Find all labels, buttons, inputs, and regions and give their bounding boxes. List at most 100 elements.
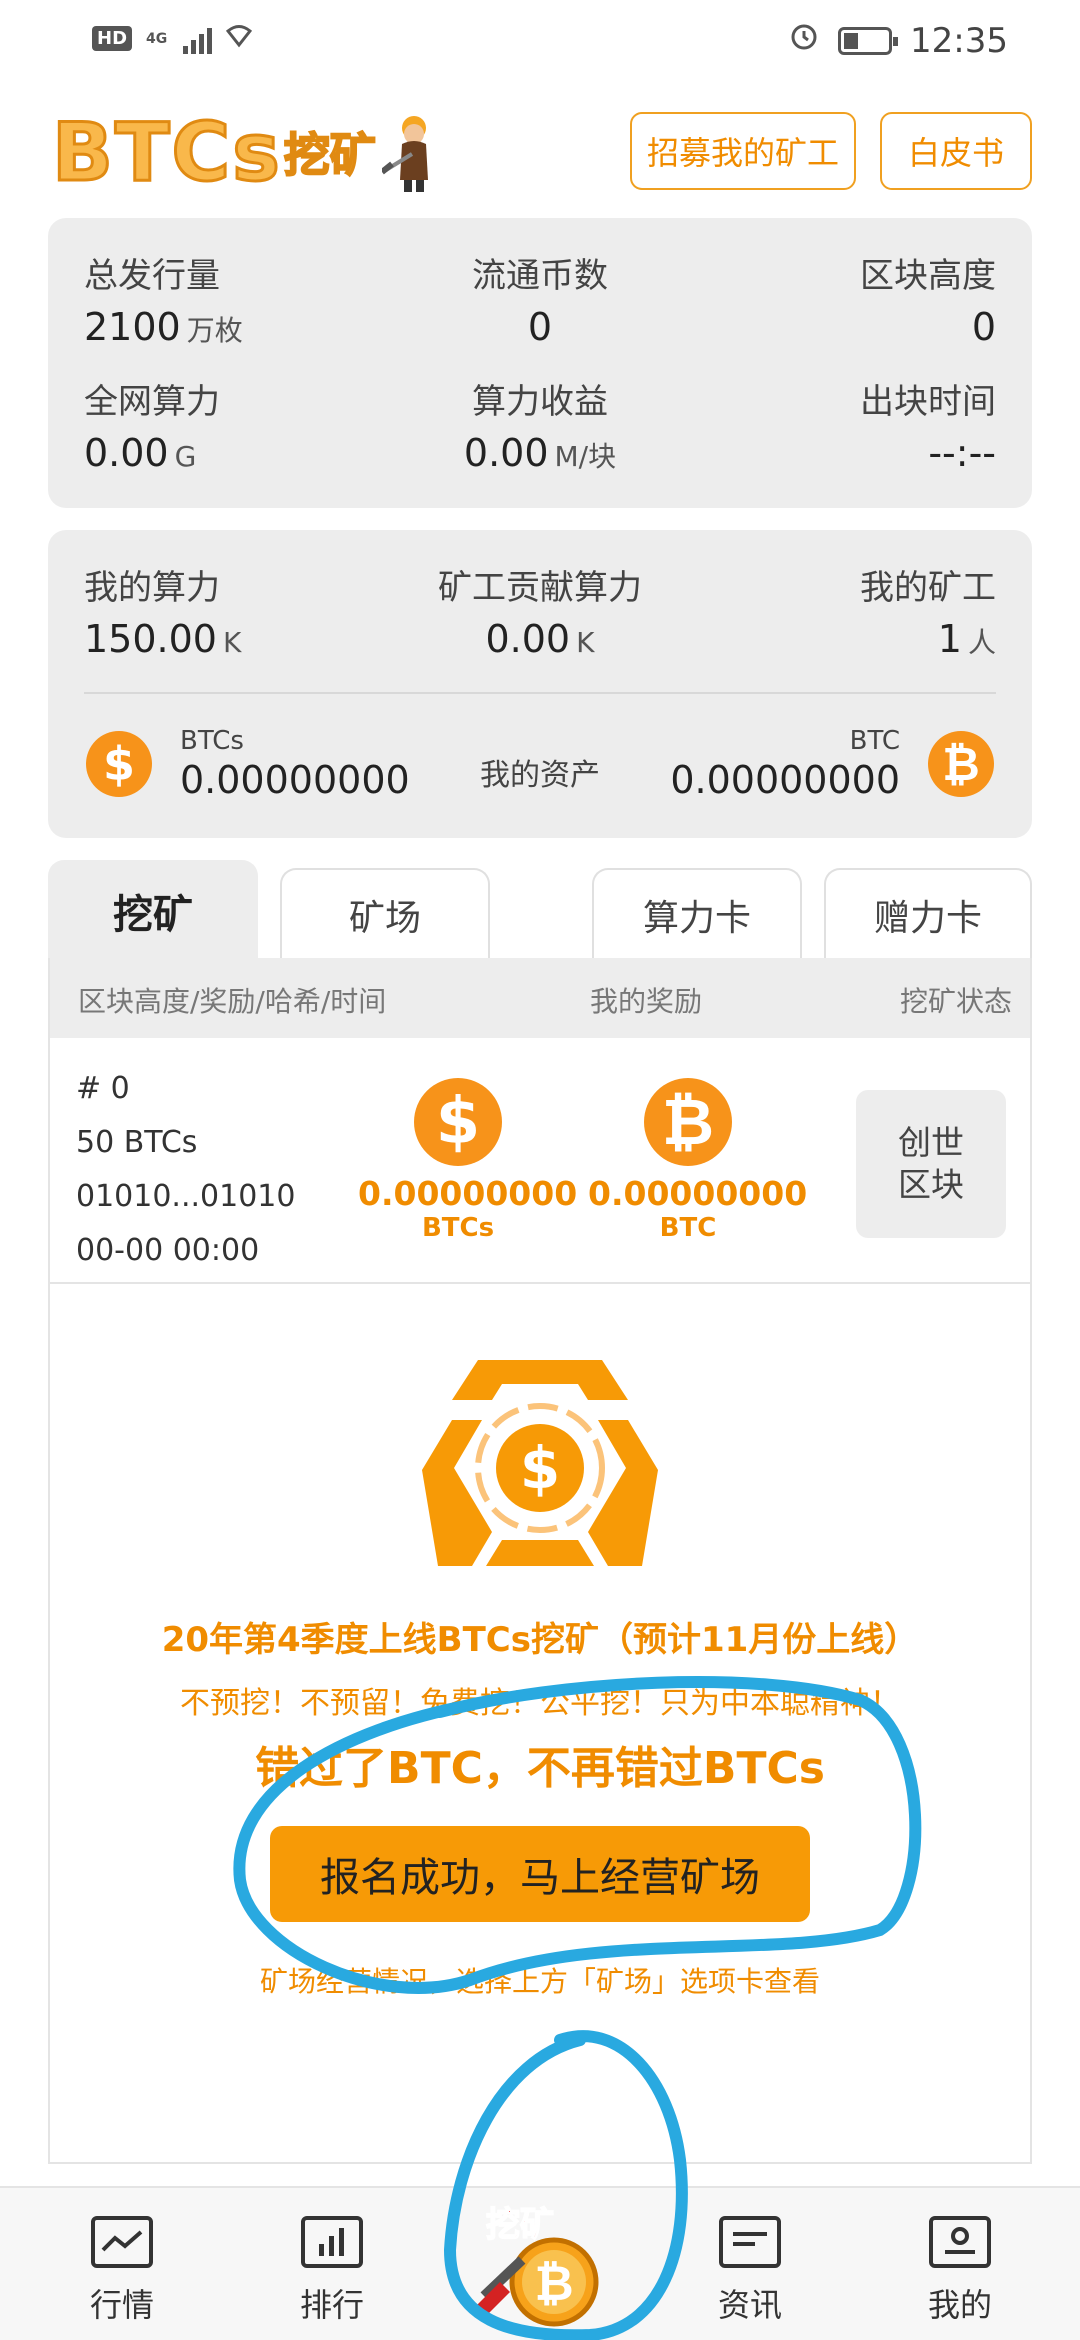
my-miners-stat[interactable]: 我的矿工 1人 xyxy=(860,560,996,661)
my-miners-unit: 人 xyxy=(967,626,996,659)
network-hashrate-unit: G xyxy=(174,440,197,473)
svg-text:₿: ₿ xyxy=(534,2256,573,2312)
block-time-value: --:-- xyxy=(928,431,996,475)
nav-market[interactable]: 行情 xyxy=(52,2188,192,2340)
block-reward: 50 BTCs xyxy=(76,1125,198,1160)
total-supply-stat: 总发行量 2100 万枚 xyxy=(84,248,243,349)
nav-market-label: 行情 xyxy=(89,2286,154,2324)
network-type: 4G xyxy=(146,30,168,47)
tab-mining[interactable]: 挖矿 xyxy=(48,860,258,960)
logo-subtext: 挖矿 xyxy=(283,127,377,183)
logo-text: BTCs xyxy=(51,104,282,200)
nav-mining-label: 挖矿 xyxy=(486,2205,554,2245)
network-hashrate-stat: 全网算力 0.00 G xyxy=(84,374,220,475)
alarm-icon xyxy=(788,20,820,61)
bitcoin-coin-icon: ₿ xyxy=(644,1078,732,1166)
my-miners-label: 我的矿工 xyxy=(860,568,996,608)
fair-mining-slogan: 不预挖！不预留！免费挖！公平挖！只为中本聪精神！ xyxy=(180,1686,900,1721)
header-block: 区块高度/奖励/哈希/时间 xyxy=(78,985,387,1018)
hashrate-yield-stat: 算力收益 0.00 M/块 xyxy=(390,374,690,475)
hashrate-yield-label: 算力收益 xyxy=(472,382,608,422)
reward-btcs-value: 0.00000000 xyxy=(358,1174,578,1213)
svg-text:$: $ xyxy=(520,1434,560,1502)
network-stats-card: 总发行量 2100 万枚 流通币数 0 区块高度 0 全网算力 0.00 G 算力收… xyxy=(48,218,1032,508)
network-hashrate-label: 全网算力 xyxy=(84,382,220,422)
status-bar: HD 4G 12:35 xyxy=(0,0,1080,84)
my-hashrate-stat: 我的算力 150.00 K xyxy=(84,560,241,661)
block-time-stat: 出块时间 --:-- xyxy=(860,374,996,475)
network-hashrate-value: 0.00 xyxy=(84,431,169,475)
clock: 12:35 xyxy=(910,20,1008,61)
reward-btcs: $ 0.00000000 BTCs xyxy=(358,1078,578,1243)
btc-asset: BTC 0.00000000 ₿ xyxy=(670,726,994,802)
my-stats-card: 我的算力 150.00 K 矿工贡献算力 0.00 K 我的矿工 1人 $ BTCs… xyxy=(48,530,1032,838)
news-icon xyxy=(719,2216,781,2268)
tab-hashrate-card[interactable]: 算力卡 xyxy=(592,868,802,960)
tab-mining-farm[interactable]: 矿场 xyxy=(280,868,490,960)
signal-icon xyxy=(183,24,213,54)
reward-btc-value: 0.00000000 xyxy=(588,1174,808,1213)
header-status: 挖矿状态 xyxy=(899,985,1012,1018)
divider xyxy=(84,692,996,694)
btc-asset-label: BTC xyxy=(849,726,900,756)
table-header: 区块高度/奖励/哈希/时间 我的奖励 挖矿状态 xyxy=(50,958,1030,1038)
block-height: # 0 xyxy=(76,1071,130,1106)
profile-icon xyxy=(929,2216,991,2268)
miner-contribution-value: 0.00 xyxy=(485,617,571,661)
my-hashrate-value: 150.00 xyxy=(84,617,217,661)
status-left: HD 4G xyxy=(92,22,253,55)
launch-notice: 20年第4季度上线BTCs挖矿（预计11月份上线） xyxy=(161,1620,919,1660)
recruit-miners-button[interactable]: 招募我的矿工 xyxy=(630,112,856,190)
whitepaper-button[interactable]: 白皮书 xyxy=(880,112,1032,190)
btc-asset-value: 0.00000000 xyxy=(670,758,900,802)
total-supply-label: 总发行量 xyxy=(84,256,220,296)
hd-icon: HD xyxy=(92,26,133,51)
hashrate-yield-value: 0.00 xyxy=(463,431,549,475)
promo-headline: 错过了BTC，不再错过BTCs xyxy=(255,1743,825,1794)
header-reward: 我的奖励 xyxy=(590,985,703,1018)
nav-mining[interactable]: ₿ 挖矿 xyxy=(470,2196,610,2336)
app-logo: BTCs 挖矿 xyxy=(51,104,446,200)
farm-tab-hint: 矿场经营情况，选择上方「矿场」选项卡查看 xyxy=(259,1965,820,1998)
block-info: # 0 50 BTCs 01010...01010 00-00 00:00 xyxy=(76,1062,295,1278)
total-supply-value: 2100 xyxy=(84,305,181,349)
circulating-stat: 流通币数 0 xyxy=(440,248,640,349)
table-row: # 0 50 BTCs 01010...01010 00-00 00:00 $ … xyxy=(50,1038,1030,1284)
miner-contribution-stat: 矿工贡献算力 0.00 K xyxy=(390,560,690,661)
battery-icon xyxy=(838,26,899,55)
genesis-block-label: 创世区块 xyxy=(898,1123,964,1204)
wifi-icon xyxy=(226,22,253,55)
nav-news[interactable]: 资讯 xyxy=(680,2188,820,2340)
reward-btc: ₿ 0.00000000 BTC xyxy=(588,1078,808,1243)
miner-mascot-icon xyxy=(380,110,446,194)
my-hashrate-unit: K xyxy=(222,626,242,659)
block-time: 00-00 00:00 xyxy=(76,1233,260,1268)
nav-ranking[interactable]: 排行 xyxy=(262,2188,402,2340)
hashrate-yield-unit: M/块 xyxy=(554,440,617,473)
reward-btc-unit: BTC xyxy=(659,1213,717,1243)
block-height-label: 区块高度 xyxy=(860,256,996,296)
nav-ranking-label: 排行 xyxy=(299,2286,364,2324)
miner-contribution-label: 矿工贡献算力 xyxy=(438,568,642,608)
my-miners-value: 1 xyxy=(937,617,962,661)
nav-news-label: 资讯 xyxy=(717,2286,782,2324)
signup-manage-farm-button[interactable]: 报名成功，马上经营矿场 xyxy=(270,1826,810,1922)
bitcoin-coin-icon: ₿ xyxy=(928,731,994,797)
circulating-value: 0 xyxy=(527,305,553,349)
miner-contribution-unit: K xyxy=(576,626,595,659)
tab-bar: 挖矿 矿场 算力卡 赠力卡 xyxy=(48,860,1032,960)
dollar-coin-icon: $ xyxy=(414,1078,502,1166)
circulating-label: 流通币数 xyxy=(472,256,608,296)
block-height-value: 0 xyxy=(971,305,996,349)
genesis-block-status: 创世区块 xyxy=(856,1090,1006,1238)
nav-profile[interactable]: 我的 xyxy=(890,2188,1030,2340)
block-time-label: 出块时间 xyxy=(860,382,996,422)
my-hashrate-label: 我的算力 xyxy=(84,568,220,608)
block-height-stat: 区块高度 0 xyxy=(860,248,996,349)
status-right: 12:35 xyxy=(788,20,1008,61)
total-supply-unit: 万枚 xyxy=(186,314,243,347)
mining-icon: ₿ 挖矿 xyxy=(474,2204,599,2327)
btcs-mining-emblem-icon: $ xyxy=(382,1350,698,1578)
tab-gift-card[interactable]: 赠力卡 xyxy=(824,868,1032,960)
bar-chart-icon xyxy=(301,2216,363,2268)
